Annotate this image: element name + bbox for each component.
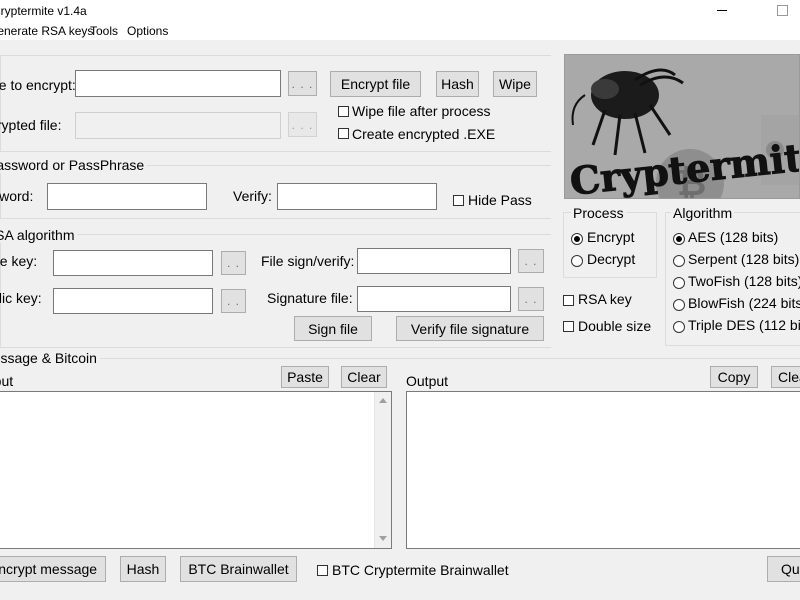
rsa-group-title: RSA algorithm bbox=[0, 227, 78, 243]
serpent-radio-label: Serpent (128 bits) bbox=[688, 251, 800, 267]
file-to-encrypt-input[interactable] bbox=[75, 70, 281, 97]
process-group bbox=[563, 212, 657, 278]
file-to-encrypt-label: File to encrypt: bbox=[0, 77, 76, 93]
clear-input-button[interactable]: Clear bbox=[341, 366, 387, 388]
double-size-label: Double size bbox=[578, 318, 652, 334]
scroll-down-icon[interactable] bbox=[379, 536, 387, 541]
encrypt-file-button[interactable]: Encrypt file bbox=[330, 71, 421, 97]
paste-button[interactable]: Paste bbox=[281, 366, 329, 388]
triple-des-radio[interactable] bbox=[673, 321, 685, 333]
sign-file-button[interactable]: Sign file bbox=[294, 316, 372, 341]
aes-radio[interactable] bbox=[673, 233, 685, 245]
browse-private-key-button[interactable]: . . bbox=[221, 251, 246, 275]
file-sign-input[interactable] bbox=[357, 248, 511, 274]
create-exe-label: Create encrypted .EXE bbox=[352, 126, 496, 142]
clear-output-button[interactable]: Clear bbox=[771, 366, 800, 388]
message-group-title: Message & Bitcoin bbox=[0, 350, 100, 366]
cryptermite-logo: ₿ Cryptermite bbox=[564, 54, 800, 199]
menu-generate-rsa-keys[interactable]: Generate RSA keys bbox=[0, 24, 93, 38]
signature-file-label: Signature file: bbox=[267, 290, 353, 306]
message-group-border bbox=[100, 358, 800, 359]
logo-image: ₿ Cryptermite bbox=[565, 55, 799, 198]
private-key-label: Private key: bbox=[0, 253, 38, 269]
input-textarea[interactable] bbox=[0, 391, 392, 549]
algorithm-group-title: Algorithm bbox=[671, 205, 735, 221]
minimize-icon[interactable] bbox=[717, 10, 727, 11]
quit-button[interactable]: Quit bbox=[767, 556, 800, 582]
scroll-up-icon[interactable] bbox=[379, 398, 387, 403]
window-title: Cryptermite v1.4a bbox=[0, 4, 87, 18]
triple-des-radio-label: Triple DES (112 bits) bbox=[688, 317, 800, 333]
create-exe-checkbox[interactable] bbox=[338, 128, 349, 139]
input-label: Input bbox=[0, 373, 14, 389]
process-group-title: Process bbox=[571, 205, 626, 221]
password-group-title: Password or PassPhrase bbox=[0, 157, 148, 173]
hash-message-button[interactable]: Hash bbox=[120, 556, 166, 582]
public-key-input[interactable] bbox=[53, 288, 213, 314]
browse-signature-file-button[interactable]: . . bbox=[518, 287, 544, 311]
wipe-button[interactable]: Wipe bbox=[493, 71, 537, 97]
verify-signature-button[interactable]: Verify file signature bbox=[396, 316, 544, 341]
wipe-after-checkbox[interactable] bbox=[338, 106, 349, 117]
wipe-after-label: Wipe file after process bbox=[352, 103, 491, 119]
browse-file-sign-button[interactable]: . . bbox=[518, 249, 544, 273]
aes-radio-label: AES (128 bits) bbox=[688, 229, 779, 245]
encrypt-radio[interactable] bbox=[571, 233, 583, 245]
output-textarea[interactable] bbox=[406, 391, 800, 549]
copy-button[interactable]: Copy bbox=[710, 366, 758, 388]
blowfish-radio-label: BlowFish (224 bits) bbox=[688, 295, 800, 311]
input-scrollbar[interactable] bbox=[374, 392, 391, 548]
public-key-label: Public key: bbox=[0, 290, 42, 306]
password-input[interactable] bbox=[47, 183, 207, 210]
btc-cryptermite-label: BTC Cryptermite Brainwallet bbox=[332, 562, 509, 578]
decrypted-file-input bbox=[75, 112, 281, 139]
maximize-icon[interactable] bbox=[777, 5, 788, 16]
btc-brainwallet-button[interactable]: BTC Brainwallet bbox=[180, 556, 297, 582]
file-sign-label: File sign/verify: bbox=[261, 253, 355, 269]
browse-file-button[interactable]: . . . bbox=[288, 71, 317, 96]
rsa-key-label: RSA key bbox=[578, 291, 632, 307]
title-bar: Cryptermite v1.4a bbox=[0, 0, 800, 22]
signature-file-input[interactable] bbox=[357, 286, 511, 312]
private-key-input[interactable] bbox=[53, 250, 213, 276]
blowfish-radio[interactable] bbox=[673, 299, 685, 311]
encrypt-message-button[interactable]: Encrypt message bbox=[0, 556, 106, 582]
hash-file-button[interactable]: Hash bbox=[436, 71, 479, 97]
menu-options[interactable]: Options bbox=[127, 24, 168, 38]
decrypted-file-label: Decrypted file: bbox=[0, 117, 62, 133]
menu-tools[interactable]: Tools bbox=[90, 24, 118, 38]
serpent-radio[interactable] bbox=[673, 255, 685, 267]
decrypt-radio-label: Decrypt bbox=[587, 251, 636, 267]
verify-label: Verify: bbox=[233, 188, 272, 204]
twofish-radio-label: TwoFish (128 bits) bbox=[688, 273, 800, 289]
hide-pass-label: Hide Pass bbox=[468, 192, 532, 208]
btc-cryptermite-checkbox[interactable] bbox=[317, 565, 328, 576]
output-label: Output bbox=[406, 373, 449, 389]
browse-public-key-button[interactable]: . . bbox=[221, 289, 246, 313]
decrypt-radio[interactable] bbox=[571, 255, 583, 267]
password-label: Password: bbox=[0, 188, 34, 204]
hide-pass-checkbox[interactable] bbox=[453, 195, 464, 206]
rsa-key-checkbox[interactable] bbox=[563, 295, 574, 306]
browse-decrypted-button: . . . bbox=[288, 112, 317, 137]
menu-bar: Generate RSA keys Tools Options bbox=[0, 22, 800, 40]
encrypt-radio-label: Encrypt bbox=[587, 229, 635, 245]
verify-input[interactable] bbox=[277, 183, 437, 210]
double-size-checkbox[interactable] bbox=[563, 321, 574, 332]
twofish-radio[interactable] bbox=[673, 277, 685, 289]
